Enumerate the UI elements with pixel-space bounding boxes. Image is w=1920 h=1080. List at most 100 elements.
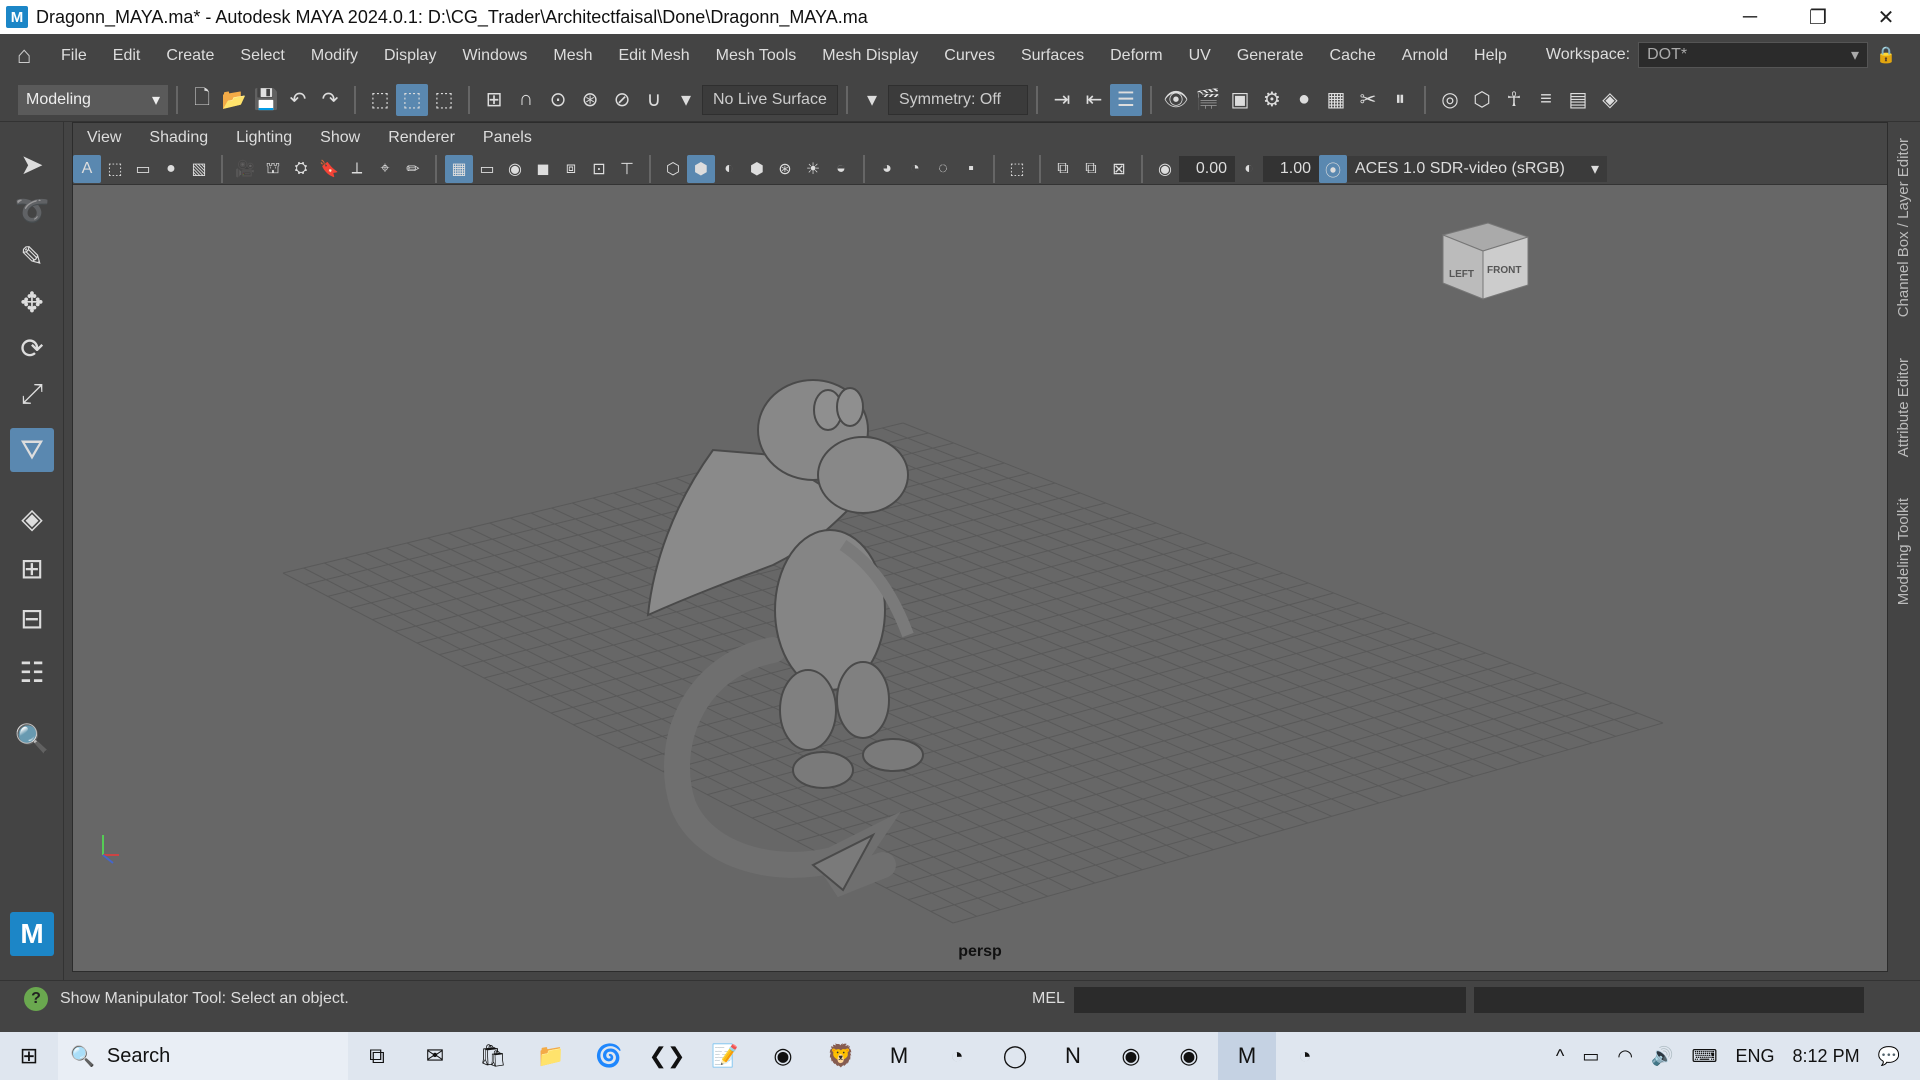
two-pane-layout-icon[interactable]: ⊟ (10, 596, 54, 640)
menu-cache[interactable]: Cache (1317, 47, 1389, 65)
snap-curve-icon[interactable]: ∩ (510, 84, 542, 116)
symmetry-field[interactable]: Symmetry: Off (888, 84, 1028, 115)
select-by-hierarchy-icon[interactable]: ⬚ (364, 84, 396, 116)
chrome-profile-icon[interactable]: ◉ (1102, 1032, 1160, 1080)
panel-menu-shading[interactable]: Shading (135, 129, 222, 147)
smooth-shade-icon[interactable]: ⬢ (687, 154, 715, 183)
menu-arnold[interactable]: Arnold (1389, 47, 1461, 65)
clock[interactable]: 8:12 PM (1793, 1046, 1860, 1067)
anti-aliasing-icon[interactable]: ◌ (929, 155, 957, 183)
lock-icon[interactable]: 🔒 (1876, 45, 1896, 65)
close-button[interactable]: ✕ (1852, 0, 1920, 34)
menu-modify[interactable]: Modify (298, 47, 371, 65)
lasso-tool-icon[interactable]: ➰ (10, 188, 54, 232)
language-indicator[interactable]: ENG (1736, 1046, 1775, 1067)
keyboard-icon[interactable]: ⌨ (1692, 1046, 1718, 1067)
menu-edit-mesh[interactable]: Edit Mesh (605, 47, 702, 65)
panel-menu-renderer[interactable]: Renderer (374, 129, 469, 147)
menu-uv[interactable]: UV (1176, 47, 1224, 65)
wireframe-on-shaded-icon[interactable]: ◐ (715, 155, 743, 183)
dragon-model[interactable] (646, 379, 924, 898)
gamma-icon[interactable]: ◐ (1235, 155, 1263, 183)
input-ops-icon[interactable]: ⇥ (1046, 84, 1078, 116)
bookmark-icon[interactable]: ▭ (129, 155, 157, 183)
menu-curves[interactable]: Curves (931, 47, 1008, 65)
channel-box-icon[interactable]: ◈ (1594, 84, 1626, 116)
manipulator-tool-icon[interactable]: ⛛ (10, 428, 54, 472)
menu-file[interactable]: File (48, 47, 100, 65)
chevron-down-icon[interactable]: ▾ (670, 84, 702, 116)
resolution-gate-icon[interactable]: 🔖 (315, 155, 343, 183)
save-scene-icon[interactable]: 💾 (250, 84, 282, 116)
panel-menu-lighting[interactable]: Lighting (222, 129, 306, 147)
menu-set-dropdown[interactable]: Modeling ▾ (18, 84, 168, 115)
tool-settings-icon[interactable]: ▤ (1562, 84, 1594, 116)
hypershade-icon[interactable]: ● (1288, 84, 1320, 116)
redo-icon[interactable]: ↷ (314, 84, 346, 116)
minimize-button[interactable]: ─ (1716, 0, 1784, 34)
task-view-icon[interactable]: ⧉ (348, 1032, 406, 1080)
view-cube[interactable] (1441, 222, 1530, 300)
menu-generate[interactable]: Generate (1224, 47, 1317, 65)
overscan-icon[interactable]: ⧈ (557, 155, 585, 183)
notepad-icon[interactable]: 📝 (696, 1032, 754, 1080)
textured-icon[interactable]: ⬢ (743, 155, 771, 183)
maya-icon[interactable]: M (870, 1032, 928, 1080)
pause-icon[interactable]: ⏸ (1384, 84, 1416, 116)
menu-mesh[interactable]: Mesh (540, 47, 605, 65)
notion-icon[interactable]: N (1044, 1032, 1102, 1080)
undo-icon[interactable]: ↶ (282, 84, 314, 116)
dof-icon[interactable]: ⊤ (613, 155, 641, 183)
menu-edit[interactable]: Edit (100, 47, 154, 65)
perspective-viewport[interactable]: View Shading Lighting Show Renderer Pane… (72, 122, 1888, 972)
depth-of-field-icon[interactable]: ▪ (957, 155, 985, 183)
notifications-icon[interactable]: 💬 (1878, 1046, 1900, 1067)
construction-history-icon[interactable]: ☰ (1110, 83, 1142, 116)
open-scene-icon[interactable]: 📂 (218, 84, 250, 116)
new-scene-icon[interactable]: 🗋 (186, 84, 218, 116)
isolate-select-icon[interactable]: ⬚ (1003, 155, 1031, 183)
panel-menu-panels[interactable]: Panels (469, 129, 546, 147)
render-frame-icon[interactable]: 🎬 (1192, 84, 1224, 116)
move-tool-icon[interactable]: ✥ (10, 280, 54, 324)
volume-icon[interactable]: 🔊 (1651, 1046, 1673, 1067)
chevron-down-icon[interactable]: ▾ (856, 84, 888, 116)
single-perspective-layout-icon[interactable]: ◈ (10, 496, 54, 540)
film-gate-icon[interactable]: ⛭ (287, 155, 315, 183)
safe-title-icon[interactable]: ◉ (501, 155, 529, 183)
search-icon[interactable]: 🔍 (10, 716, 54, 760)
select-by-component-icon[interactable]: ⬚ (428, 84, 460, 116)
resolution-icon[interactable]: ⊡ (585, 155, 613, 183)
battery-icon[interactable]: ▭ (1582, 1046, 1599, 1067)
cube-icon[interactable]: ⬡ (1466, 84, 1498, 116)
tab-attribute-editor[interactable]: Attribute Editor (1895, 358, 1912, 457)
menu-deform[interactable]: Deform (1097, 47, 1175, 65)
command-line-input[interactable] (1074, 987, 1466, 1013)
edge-icon[interactable]: 🌀 (580, 1032, 638, 1080)
character-icon[interactable]: ☥ (1498, 84, 1530, 116)
view-transform-dropdown[interactable]: ACES 1.0 SDR-video (sRGB) ▾ (1347, 155, 1607, 182)
exposure-icon[interactable]: ◉ (1151, 155, 1179, 183)
outliner-icon[interactable]: ☷ (10, 650, 54, 694)
snap-surface-icon[interactable]: ∪ (638, 84, 670, 116)
panel-menu-view[interactable]: View (73, 129, 135, 147)
field-chart-icon[interactable]: ⌖ (371, 155, 399, 183)
store-icon[interactable]: 🛍 (464, 1032, 522, 1080)
attribute-editor-icon[interactable]: ≡ (1530, 84, 1562, 116)
ambient-occlusion-icon[interactable]: ◕ (873, 155, 901, 183)
menu-mesh-tools[interactable]: Mesh Tools (703, 47, 810, 65)
wifi-icon[interactable]: ◠ (1617, 1046, 1633, 1067)
rotate-tool-icon[interactable]: ⟳ (10, 326, 54, 370)
menu-select[interactable]: Select (227, 47, 297, 65)
color-management-toggle-icon[interactable]: ⦿ (1319, 154, 1347, 183)
xray-components-icon[interactable]: ⧉ (1077, 155, 1105, 183)
make-live-icon[interactable]: ⊘ (606, 84, 638, 116)
github-icon[interactable]: ◯ (986, 1032, 1044, 1080)
blender2-icon[interactable]: ◔ (1276, 1032, 1334, 1080)
gamma-value[interactable]: 1.00 (1263, 155, 1319, 182)
safe-action-icon[interactable]: ▭ (473, 155, 501, 183)
scale-tool-icon[interactable]: ⤢ (10, 372, 54, 416)
maya-active-icon[interactable]: M (1218, 1032, 1276, 1080)
snap-view-plane-icon[interactable]: ⊛ (574, 84, 606, 116)
menu-create[interactable]: Create (153, 47, 227, 65)
